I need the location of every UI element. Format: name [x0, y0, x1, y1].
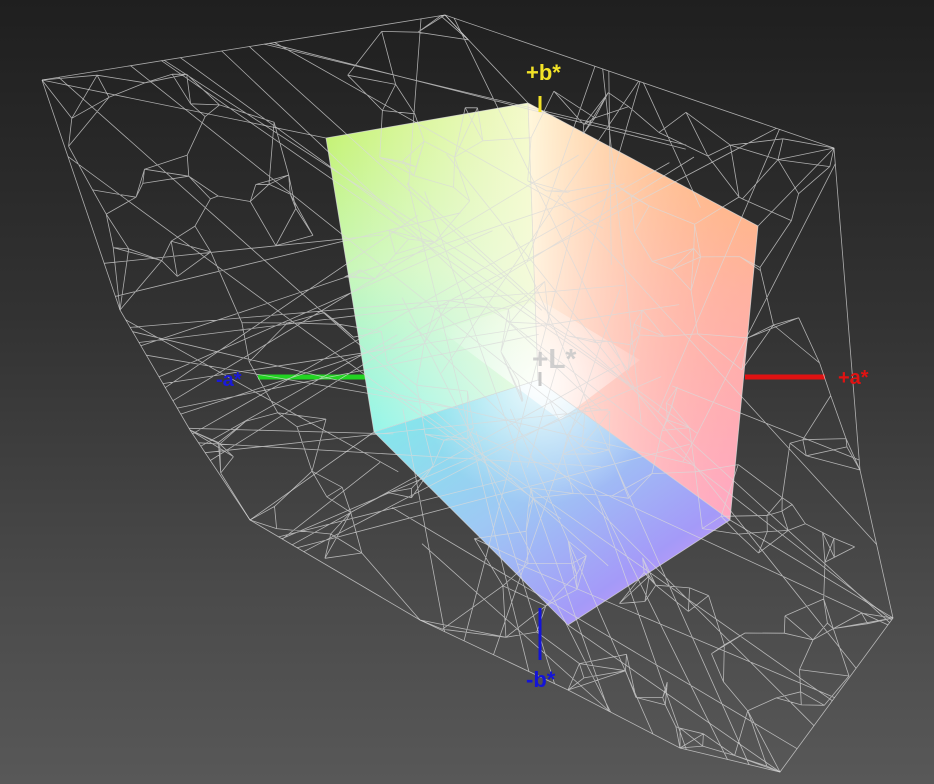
minus-b-axis-label: -b*: [526, 667, 556, 692]
gamut-plot-canvas[interactable]: +b* +L* -a* +a* -b*: [0, 0, 934, 784]
gamut-3d-viewport[interactable]: +b* +L* -a* +a* -b*: [0, 0, 934, 784]
wireframe-edge: [249, 431, 375, 521]
plus-L-axis-label: +L*: [532, 343, 576, 374]
wireframe-edge: [757, 147, 835, 227]
plus-a-axis-label: +a*: [838, 367, 869, 389]
wireframe-edge: [567, 624, 781, 773]
plus-b-axis-label: +b*: [526, 60, 561, 85]
reference-gamut-wireframe: [41, 14, 894, 773]
minus-a-axis-label: -a*: [216, 369, 242, 391]
wireframe-mesh: [41, 14, 894, 773]
